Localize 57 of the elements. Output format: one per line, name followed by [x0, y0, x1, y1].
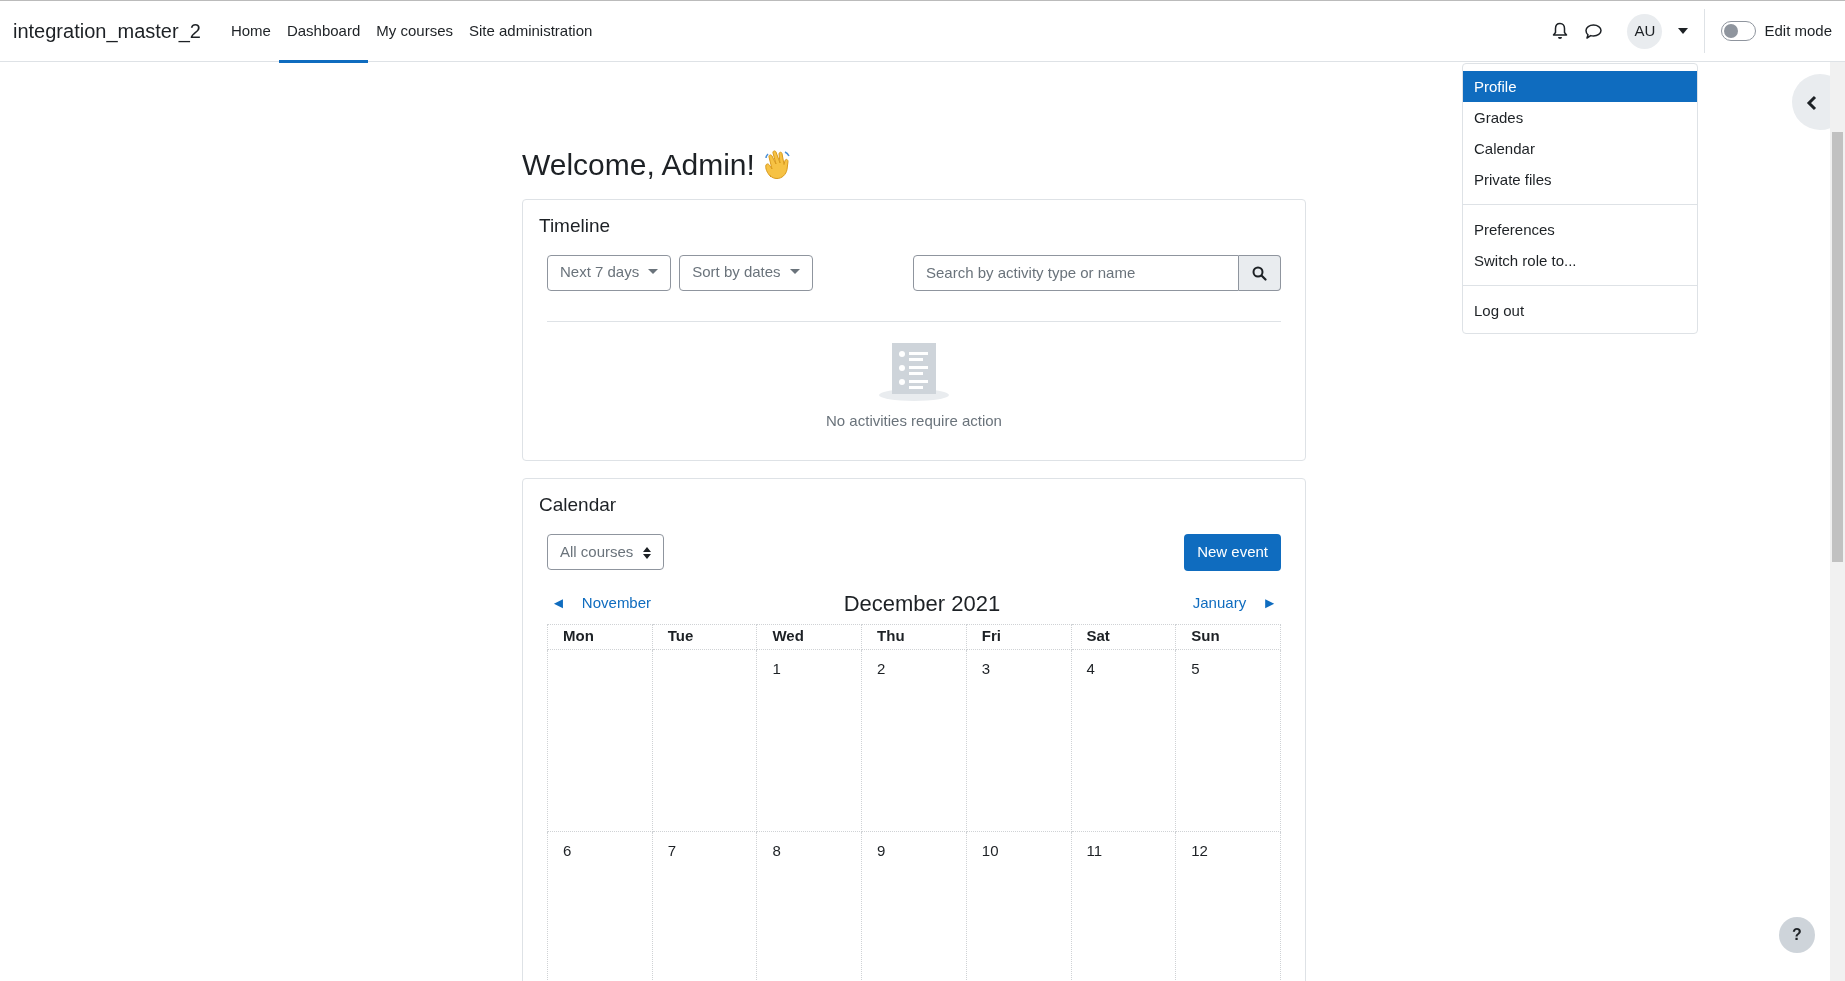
- menu-item[interactable]: Preferences: [1463, 214, 1697, 245]
- menu-item[interactable]: Private files: [1463, 164, 1697, 195]
- menu-item[interactable]: Grades: [1463, 102, 1697, 133]
- day-number[interactable]: 5: [1188, 659, 1203, 677]
- chevron-left-icon: [1806, 94, 1817, 111]
- empty-message: No activities require action: [826, 410, 1002, 431]
- sort-arrows-icon: [643, 546, 652, 559]
- waving-hand-icon: [762, 148, 793, 181]
- next-month-link[interactable]: January ►: [1192, 591, 1277, 615]
- day-number[interactable]: 4: [1083, 659, 1098, 677]
- weekday-header: Fri: [966, 624, 1071, 649]
- course-select[interactable]: All courses: [547, 534, 665, 570]
- site-name[interactable]: integration_master_2: [13, 16, 201, 46]
- help-button[interactable]: ?: [1779, 917, 1815, 953]
- month-title: December 2021: [843, 589, 1001, 618]
- menu-item[interactable]: Profile: [1463, 71, 1697, 102]
- filter-dropdown[interactable]: Next 7 days: [547, 254, 672, 291]
- card-title: Timeline: [539, 214, 612, 238]
- day-number[interactable]: 12: [1188, 841, 1211, 859]
- day-number[interactable]: 10: [978, 841, 1002, 859]
- weekday-header: Tue: [652, 624, 757, 649]
- day-number[interactable]: 9: [874, 841, 889, 859]
- menu-item[interactable]: Calendar: [1463, 133, 1697, 164]
- welcome-heading: Welcome, Admin!: [522, 147, 755, 183]
- chat-icon[interactable]: [1584, 22, 1604, 40]
- user-avatar[interactable]: AU: [1627, 13, 1663, 49]
- edit-mode-switch[interactable]: [1721, 21, 1757, 41]
- weekday-header: Sun: [1175, 624, 1281, 649]
- day-number[interactable]: 3: [978, 659, 994, 677]
- weekday-header: Wed: [756, 624, 862, 649]
- day-number[interactable]: 1: [769, 659, 784, 677]
- caret-icon[interactable]: [1678, 28, 1689, 34]
- scrollbar[interactable]: [1830, 62, 1845, 981]
- day-number[interactable]: 11: [1083, 841, 1106, 859]
- search-icon: [1252, 265, 1267, 281]
- filter-dropdown[interactable]: Sort by dates: [679, 254, 813, 291]
- empty-list-icon: [879, 341, 949, 402]
- nav-link[interactable]: Site administration: [461, 2, 601, 63]
- weekday-header: Thu: [861, 624, 967, 649]
- nav-link[interactable]: Home: [222, 2, 279, 63]
- nav-link[interactable]: My courses: [368, 2, 461, 63]
- card-title: Calendar: [539, 493, 618, 517]
- search-button[interactable]: [1239, 254, 1281, 291]
- menu-item[interactable]: Log out: [1463, 295, 1697, 326]
- day-number[interactable]: 2: [874, 659, 889, 677]
- edit-mode-label: Edit mode: [1764, 20, 1832, 41]
- day-number[interactable]: 6: [560, 841, 575, 859]
- menu-item[interactable]: Switch role to...: [1463, 245, 1697, 276]
- bell-icon[interactable]: [1552, 22, 1569, 40]
- day-number[interactable]: 8: [769, 841, 784, 859]
- previous-month-link[interactable]: ◄ November: [551, 591, 652, 615]
- nav-link[interactable]: Dashboard: [278, 2, 369, 63]
- search-field[interactable]: Search by activity type or name: [913, 254, 1239, 291]
- weekday-header: Mon: [547, 624, 653, 649]
- weekday-header: Sat: [1071, 624, 1176, 649]
- new-event-button[interactable]: New event: [1184, 533, 1281, 571]
- day-number[interactable]: 7: [664, 841, 680, 859]
